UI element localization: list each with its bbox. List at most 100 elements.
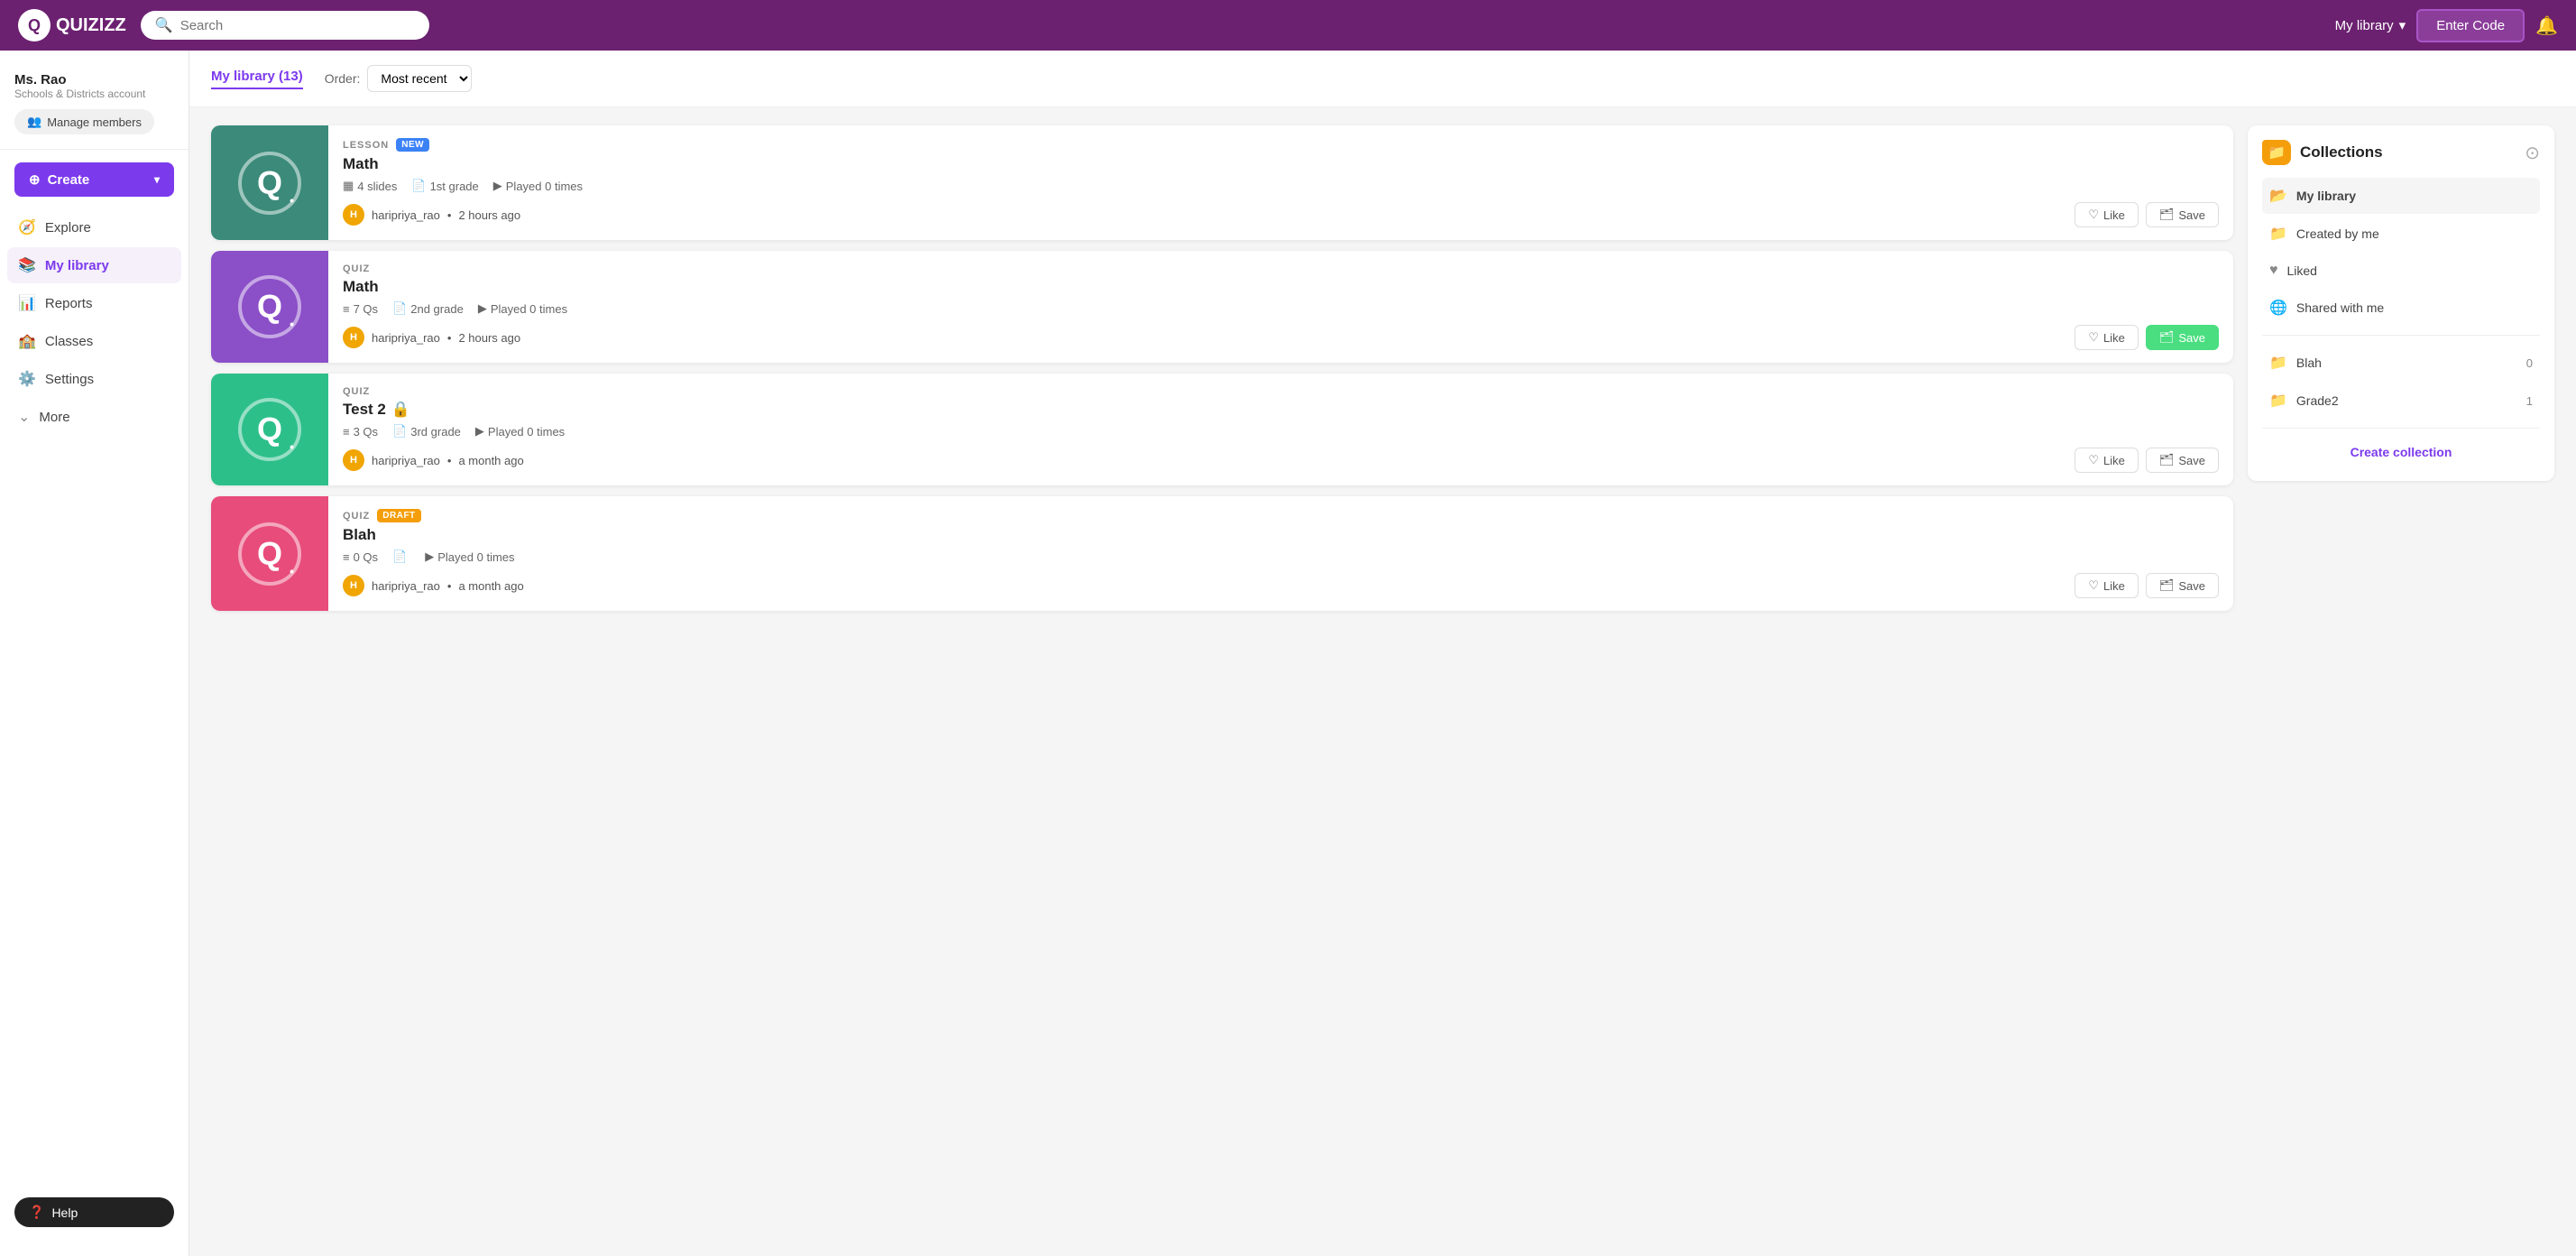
circle-icon[interactable]: ⊙ — [2525, 142, 2540, 164]
collections-title: Collections — [2300, 143, 2383, 162]
collection-item-liked[interactable]: ♥ Liked — [2262, 254, 2540, 288]
library-selector-label: My library — [2335, 18, 2394, 33]
sidebar-item-reports[interactable]: 📊 Reports — [7, 285, 181, 321]
sidebar-item-explore[interactable]: 🧭 Explore — [7, 209, 181, 245]
collection-name: Shared with me — [2296, 300, 2533, 315]
reports-icon: 📊 — [18, 294, 36, 312]
badge-new: NEW — [396, 138, 429, 152]
create-button[interactable]: ⊕ Create ▾ — [14, 162, 174, 197]
folder-icon: 📁 — [2269, 354, 2287, 372]
collection-item-my-library[interactable]: 📂 My library — [2262, 178, 2540, 214]
card-type-label: QUIZ — [343, 511, 370, 522]
save-button[interactable]: 🗂 Save — [2146, 325, 2219, 350]
card-q-logo: Q — [238, 152, 301, 215]
settings-icon: ⚙️ — [18, 370, 36, 388]
collection-count: 1 — [2526, 394, 2533, 408]
card-title: Test 2 🔒 — [343, 401, 2219, 419]
sidebar-item-my-library[interactable]: 📚 My library — [7, 247, 181, 283]
order-label: Order: — [325, 71, 361, 86]
library-selector[interactable]: My library ▾ — [2335, 17, 2406, 33]
content-area: My library (13) Order: Most recent Oldes… — [189, 51, 2576, 1256]
help-button[interactable]: ❓ Help — [14, 1197, 174, 1227]
meta-grade: 📄 3rd grade — [392, 424, 461, 439]
user-name: Ms. Rao — [14, 72, 174, 88]
library-tab[interactable]: My library (13) — [211, 69, 303, 89]
card-type-row: QUIZ — [343, 263, 2219, 274]
save-button[interactable]: 🗂 Save — [2146, 202, 2219, 227]
collection-item-grade2[interactable]: 📁 Grade2 1 — [2262, 383, 2540, 419]
save-icon: 🗂 — [2159, 453, 2175, 467]
sidebar-item-explore-label: Explore — [45, 220, 91, 236]
play-icon: ▶ — [493, 179, 502, 193]
user-section: Ms. Rao Schools & Districts account 👥 Ma… — [0, 65, 189, 150]
heart-icon: ♡ — [2088, 578, 2099, 593]
chevron-down-icon: ▾ — [2399, 17, 2406, 33]
grade-icon: 📄 — [392, 424, 407, 439]
create-collection-button[interactable]: Create collection — [2262, 438, 2540, 466]
cards-list: Q LESSON NEW Math ▦ 4 sl — [211, 125, 2233, 611]
save-icon: 🗂 — [2159, 330, 2175, 345]
chevron-right-icon: ▾ — [154, 173, 160, 186]
collection-item-created-by-me[interactable]: 📁 Created by me — [2262, 216, 2540, 252]
collection-name: Blah — [2296, 356, 2517, 370]
globe-icon: 🌐 — [2269, 299, 2287, 317]
like-button[interactable]: ♡ Like — [2075, 202, 2139, 227]
order-section: Order: Most recent Oldest first A-Z Z-A — [325, 65, 473, 92]
card-body: QUIZ DRAFT Blah ≡ 0 Qs 📄 — [328, 496, 2233, 611]
search-input[interactable] — [180, 18, 415, 33]
card-title: Blah — [343, 526, 2219, 544]
grade-icon: 📄 — [411, 179, 426, 193]
topnav-right: My library ▾ Enter Code 🔔 — [2335, 9, 2558, 42]
sidebar-item-reports-label: Reports — [45, 296, 93, 311]
logo[interactable]: Q QUIZIZZ — [18, 9, 126, 42]
bell-icon[interactable]: 🔔 — [2535, 14, 2558, 37]
like-button[interactable]: ♡ Like — [2075, 573, 2139, 598]
card-q-logo: Q — [238, 398, 301, 461]
card-type-row: LESSON NEW — [343, 138, 2219, 152]
quiz-card: Q LESSON NEW Math ▦ 4 sl — [211, 125, 2233, 240]
card-footer: H haripriya_rao • 2 hours ago ♡ Like — [343, 202, 2219, 227]
sidebar-item-settings-label: Settings — [45, 372, 94, 387]
like-button[interactable]: ♡ Like — [2075, 448, 2139, 473]
like-button[interactable]: ♡ Like — [2075, 325, 2139, 350]
card-meta: ▦ 4 slides 📄 1st grade ▶ Played 0 times — [343, 179, 2219, 193]
cards-and-collections: Q LESSON NEW Math ▦ 4 sl — [189, 107, 2576, 629]
lock-icon: 🔒 — [391, 401, 410, 419]
folder-icon: 📁 — [2269, 225, 2287, 243]
avatar: H — [343, 449, 364, 471]
save-button[interactable]: 🗂 Save — [2146, 448, 2219, 473]
nav-items: 🧭 Explore 📚 My library 📊 Reports 🏫 Class… — [0, 209, 189, 435]
meta-grade: 📄 2nd grade — [392, 301, 464, 316]
card-type-label: QUIZ — [343, 263, 370, 274]
meta-grade: 📄 — [392, 550, 410, 564]
help-icon: ❓ — [29, 1205, 44, 1220]
sidebar-item-my-library-label: My library — [45, 258, 109, 273]
search-bar[interactable]: 🔍 — [141, 11, 429, 40]
card-type-label: LESSON — [343, 140, 389, 151]
collection-item-shared-with-me[interactable]: 🌐 Shared with me — [2262, 290, 2540, 326]
collection-item-blah[interactable]: 📁 Blah 0 — [2262, 345, 2540, 381]
quiz-card: Q QUIZ DRAFT Blah ≡ 0 Qs — [211, 496, 2233, 611]
play-icon: ▶ — [425, 550, 434, 564]
collection-name: Created by me — [2296, 226, 2533, 241]
meta-played: ▶ Played 0 times — [478, 301, 567, 316]
enter-code-button[interactable]: Enter Code — [2416, 9, 2525, 42]
list-icon: ≡ — [343, 425, 350, 439]
sidebar-item-more[interactable]: ⌄ More — [7, 399, 181, 435]
manage-members-button[interactable]: 👥 Manage members — [14, 109, 154, 134]
collection-name: My library — [2296, 189, 2533, 203]
card-actions: ♡ Like 🗂 Save — [2075, 325, 2219, 350]
user-role: Schools & Districts account — [14, 88, 174, 100]
folder-icon: 📁 — [2269, 392, 2287, 410]
avatar: H — [343, 327, 364, 348]
save-button[interactable]: 🗂 Save — [2146, 573, 2219, 598]
card-body: QUIZ Test 2 🔒 ≡ 3 Qs 📄 — [328, 374, 2233, 485]
slides-icon: ▦ — [343, 179, 354, 193]
card-type-row: QUIZ — [343, 386, 2219, 397]
meta-slides: ▦ 4 slides — [343, 179, 397, 193]
order-select[interactable]: Most recent Oldest first A-Z Z-A — [367, 65, 472, 92]
collections-divider — [2262, 335, 2540, 336]
heart-icon: ♡ — [2088, 453, 2099, 467]
sidebar-item-settings[interactable]: ⚙️ Settings — [7, 361, 181, 397]
sidebar-item-classes[interactable]: 🏫 Classes — [7, 323, 181, 359]
